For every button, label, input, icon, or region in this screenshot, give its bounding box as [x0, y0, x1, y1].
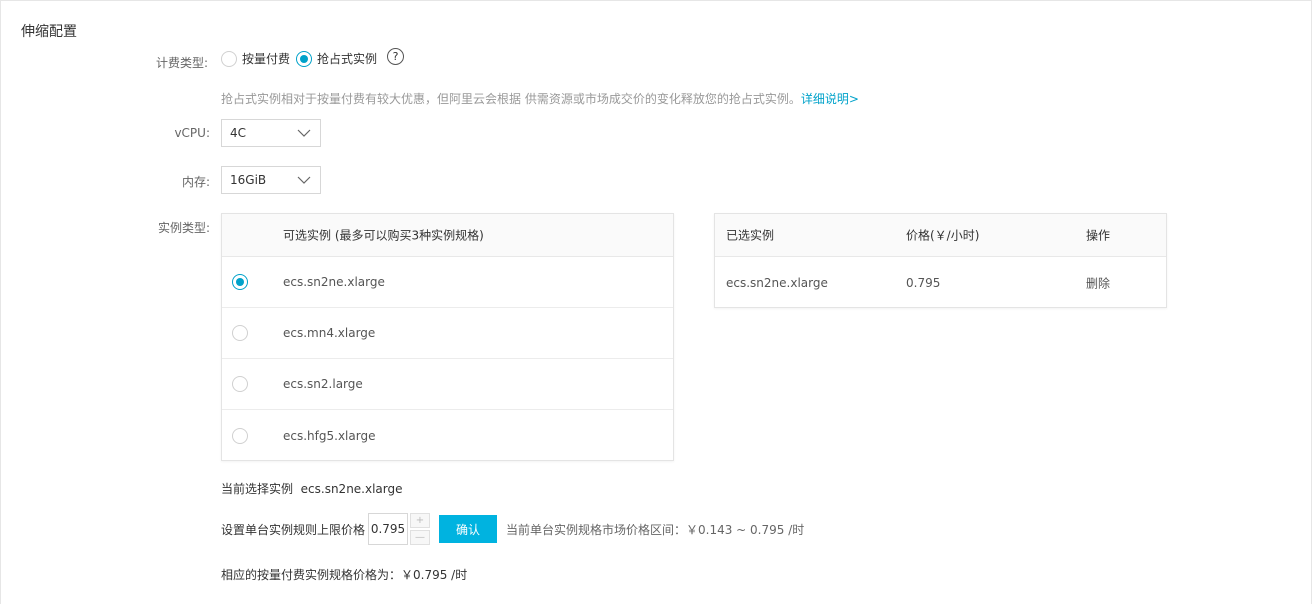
details-link[interactable]: 详细说明> [801, 92, 859, 106]
radio-icon[interactable] [221, 50, 237, 67]
table-header: 可选实例 (最多可以购买3种实例规格) [222, 214, 673, 257]
confirm-button[interactable]: 确认 [439, 515, 497, 543]
preemptible-description: 抢占式实例相对于按量付费有较大优惠，但阿里云会根据 供需资源或市场成交价的变化释… [221, 90, 859, 107]
section-title: 伸缩配置 [21, 24, 77, 40]
radio-checked-icon[interactable] [232, 274, 248, 290]
current-selection: 当前选择实例 ecs.sn2ne.xlarge [221, 480, 403, 497]
instance-name: ecs.sn2.large [283, 377, 363, 391]
current-selection-value: ecs.sn2ne.xlarge [300, 482, 403, 496]
price-limit-label: 设置单台实例规则上限价格 [221, 523, 366, 537]
price-limit-input[interactable]: 0.795 [368, 513, 408, 545]
header-action: 操作 [1086, 228, 1111, 243]
available-header: 可选实例 (最多可以购买3种实例规格) [283, 228, 484, 243]
market-price-range: 当前单台实例规格市场价格区间：￥0.143 ~ 0.795 /时 [506, 523, 805, 537]
memory-select[interactable]: 16GiB [221, 166, 321, 194]
radio-icon[interactable] [232, 325, 248, 341]
table-row[interactable]: ecs.sn2ne.xlarge [222, 257, 673, 308]
instance-name: ecs.hfg5.xlarge [283, 428, 376, 443]
memory-label: 内存: [181, 175, 210, 189]
selected-instance-price: 0.795 [906, 275, 941, 290]
table-row[interactable]: ecs.mn4.xlarge [222, 308, 673, 359]
selected-instances-table: 已选实例 价格(￥/小时) 操作 ecs.sn2ne.xlarge 0.795 … [714, 213, 1167, 308]
table-header: 已选实例 价格(￥/小时) 操作 [715, 214, 1166, 257]
question-circle-icon[interactable]: ? [387, 48, 405, 65]
radio-icon[interactable] [232, 376, 248, 392]
billing-option-label: 抢占式实例 [317, 52, 378, 66]
radio-checked-icon[interactable] [296, 50, 313, 67]
chevron-down-icon [297, 129, 311, 137]
delete-link[interactable]: 删除 [1086, 274, 1110, 291]
chevron-down-icon [297, 176, 311, 184]
selected-instance-name: ecs.sn2ne.xlarge [726, 275, 828, 290]
billing-option-preemptible[interactable]: 抢占式实例 [296, 50, 377, 67]
vcpu-label: vCPU: [174, 126, 210, 140]
vcpu-value: 4C [230, 126, 247, 140]
increment-button[interactable]: + [410, 513, 430, 528]
instance-name: ecs.mn4.xlarge [283, 326, 376, 340]
table-row[interactable]: ecs.sn2.large [222, 359, 673, 410]
header-price: 价格(￥/小时) [906, 228, 980, 243]
decrement-button[interactable]: — [410, 530, 430, 545]
pay-as-you-go-price: 相应的按量付费实例规格价格为：￥0.795 /时 [221, 568, 468, 582]
radio-icon[interactable] [232, 427, 248, 444]
header-selected-instance: 已选实例 [726, 228, 775, 243]
billing-option-label: 按量付费 [242, 52, 291, 66]
billing-option-pay-as-you-go[interactable]: 按量付费 [221, 50, 290, 67]
instance-type-label: 实例类型: [157, 221, 210, 235]
current-selection-label: 当前选择实例 [221, 482, 294, 496]
available-instances-table: 可选实例 (最多可以购买3种实例规格) ecs.sn2ne.xlarge ecs… [221, 213, 674, 461]
instance-name: ecs.sn2ne.xlarge [283, 275, 385, 289]
table-row[interactable]: ecs.hfg5.xlarge [222, 410, 673, 461]
memory-value: 16GiB [230, 173, 267, 187]
table-row: ecs.sn2ne.xlarge 0.795 删除 [715, 257, 1166, 308]
description-text: 抢占式实例相对于按量付费有较大优惠，但阿里云会根据 供需资源或市场成交价的变化释… [221, 92, 801, 106]
billing-type-label: 计费类型: [155, 56, 208, 70]
vcpu-select[interactable]: 4C [221, 119, 321, 147]
billing-type-group: 按量付费 抢占式实例 ? [221, 48, 405, 67]
